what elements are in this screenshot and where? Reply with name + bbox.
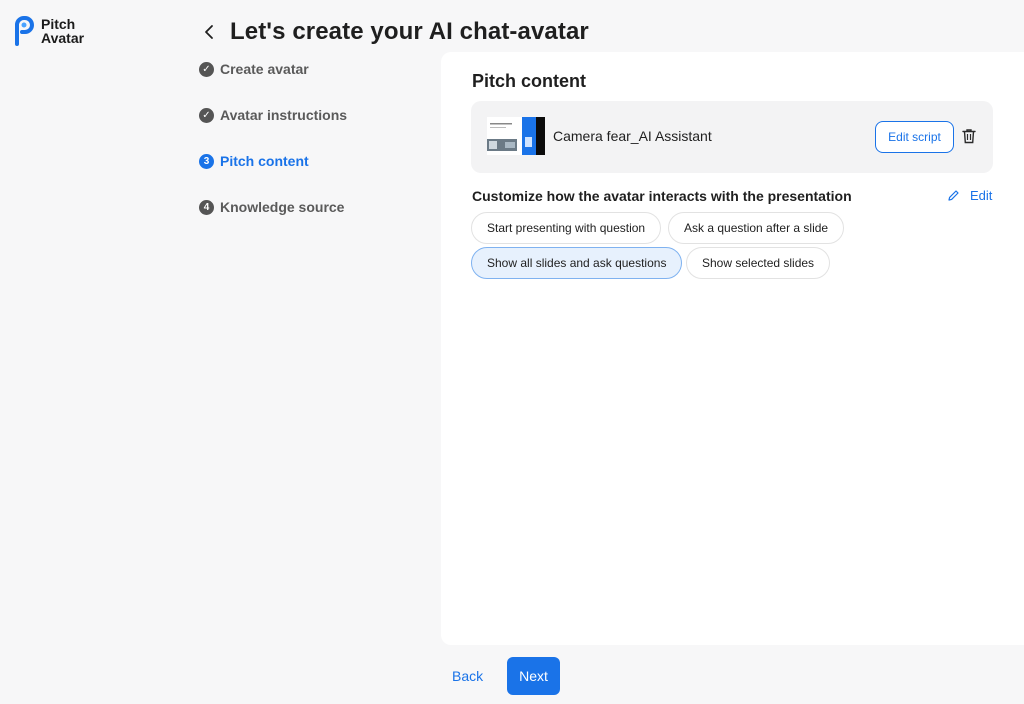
option-show-all-slides-ask-questions[interactable]: Show all slides and ask questions <box>471 247 683 279</box>
step-label: Avatar instructions <box>220 107 348 123</box>
step-knowledge-source[interactable]: 4 Knowledge source <box>199 196 347 218</box>
panel-title: Pitch content <box>472 71 587 91</box>
page-title: Let's create your AI chat-avatar <box>230 18 589 45</box>
brand-name: Pitch Avatar <box>41 17 84 45</box>
trash-icon[interactable] <box>962 128 978 146</box>
pitch-avatar-logo-icon <box>15 16 34 46</box>
step-avatar-instructions[interactable]: ✓ Avatar instructions <box>199 104 347 126</box>
pencil-icon <box>948 190 959 201</box>
next-button[interactable]: Next <box>507 657 560 695</box>
step-create-avatar[interactable]: ✓ Create avatar <box>199 58 347 80</box>
option-start-presenting-with-question[interactable]: Start presenting with question <box>471 212 662 244</box>
edit-link[interactable]: Edit <box>947 188 992 203</box>
brand-line-2: Avatar <box>41 30 85 46</box>
check-circle-icon: ✓ <box>199 61 214 77</box>
option-ask-question-after-slide[interactable]: Ask a question after a slide <box>668 212 845 244</box>
step-pitch-content[interactable]: 3 Pitch content <box>199 150 347 172</box>
option-show-selected-slides[interactable]: Show selected slides <box>686 247 831 279</box>
brand-line-1: Pitch <box>41 16 76 32</box>
step-label: Create avatar <box>220 61 309 77</box>
step-number-icon: 3 <box>199 153 214 169</box>
chevron-left-icon[interactable] <box>204 22 218 42</box>
content-panel: Pitch content Camera fear_AI Assistant E… <box>441 52 1024 645</box>
page-header: Let's create your AI chat-avatar <box>204 18 589 46</box>
edit-label: Edit <box>970 188 993 203</box>
step-label: Knowledge source <box>220 199 345 215</box>
back-button[interactable]: Back <box>452 668 483 684</box>
customize-heading: Customize how the avatar interacts with … <box>472 188 852 204</box>
step-number-icon: 4 <box>199 199 214 215</box>
stepper: ✓ Create avatar ✓ Avatar instructions 3 … <box>199 58 347 242</box>
presentation-name: Camera fear_AI Assistant <box>553 128 712 144</box>
check-circle-icon: ✓ <box>199 107 214 123</box>
brand-logo[interactable]: Pitch Avatar <box>13 16 84 46</box>
presentation-card: Camera fear_AI Assistant Edit script <box>471 101 993 173</box>
edit-script-button[interactable]: Edit script <box>875 121 954 153</box>
step-label: Pitch content <box>220 153 309 169</box>
presentation-thumbnail[interactable] <box>487 117 545 155</box>
